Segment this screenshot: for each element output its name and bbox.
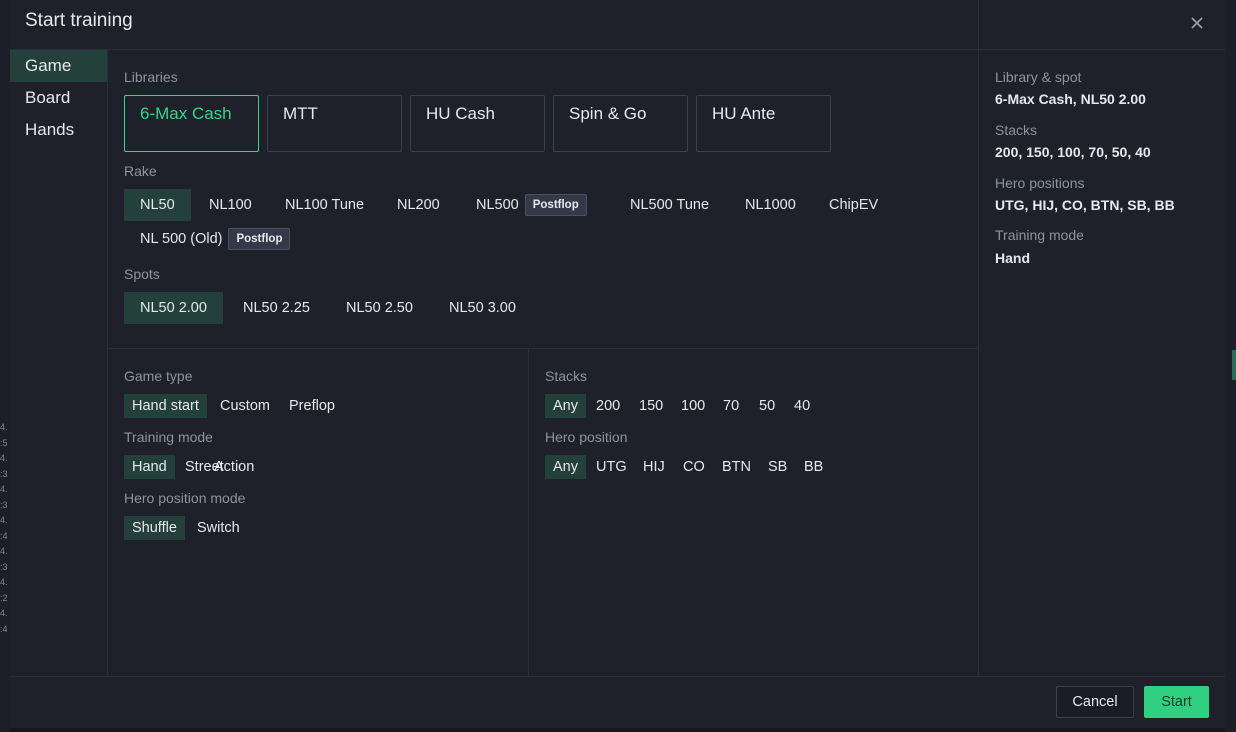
side-nav: Game Board Hands <box>10 50 108 676</box>
game-type-label: Game type <box>124 368 193 384</box>
hero-position-bb[interactable]: BB <box>796 455 831 479</box>
postflop-badge: Postflop <box>524 194 587 217</box>
library-spin-go[interactable]: Spin & Go <box>553 95 688 152</box>
hero-position-mode-switch[interactable]: Switch <box>189 516 248 540</box>
background-accent <box>1232 350 1236 380</box>
stack-any[interactable]: Any <box>545 394 586 418</box>
spot-nl50-250[interactable]: NL50 2.50 <box>330 292 429 324</box>
nav-item-game[interactable]: Game <box>10 50 107 82</box>
nav-item-hands[interactable]: Hands <box>10 114 107 146</box>
dialog-footer <box>10 676 1225 729</box>
library-mtt[interactable]: MTT <box>267 95 402 152</box>
background-digits: 4.:5 4.:3 4.:3 4.:4 4.:3 4.:2 4.:4 <box>0 422 8 634</box>
rake-label: Rake <box>124 163 157 179</box>
stack-40[interactable]: 40 <box>786 394 818 418</box>
summary-divider <box>978 0 979 676</box>
dialog-header: Start training <box>10 0 1225 50</box>
spot-nl50-225[interactable]: NL50 2.25 <box>227 292 326 324</box>
rake-nl100-tune[interactable]: NL100 Tune <box>269 189 380 221</box>
training-mode-label: Training mode <box>124 429 213 445</box>
game-type-custom[interactable]: Custom <box>212 394 278 418</box>
section-divider <box>108 348 978 349</box>
rake-nl500-tune[interactable]: NL500 Tune <box>614 189 725 221</box>
training-mode-hand[interactable]: Hand <box>124 455 175 479</box>
summary-training-mode-value: Hand <box>995 250 1030 266</box>
library-6max-cash[interactable]: 6-Max Cash <box>124 95 259 152</box>
training-mode-action[interactable]: Action <box>206 455 262 479</box>
postflop-badge: Postflop <box>228 228 291 251</box>
summary-hero-positions-label: Hero positions <box>995 175 1085 191</box>
summary-training-mode-label: Training mode <box>995 227 1084 243</box>
rake-nl50[interactable]: NL50 <box>124 189 191 221</box>
rake-nl1000[interactable]: NL1000 <box>729 189 812 221</box>
summary-library-spot-value: 6-Max Cash, NL50 2.00 <box>995 91 1146 107</box>
close-icon <box>1191 17 1203 29</box>
summary-hero-positions-value: UTG, HIJ, CO, BTN, SB, BB <box>995 197 1175 213</box>
summary-stacks-value: 200, 150, 100, 70, 50, 40 <box>995 144 1151 160</box>
column-divider <box>528 349 529 676</box>
spot-nl50-200[interactable]: NL50 2.00 <box>124 292 223 324</box>
game-type-preflop[interactable]: Preflop <box>281 394 343 418</box>
hero-position-hij[interactable]: HIJ <box>635 455 673 479</box>
hero-position-label: Hero position <box>545 429 628 445</box>
cancel-button[interactable]: Cancel <box>1056 686 1134 718</box>
hero-position-mode-label: Hero position mode <box>124 490 246 506</box>
library-hu-ante[interactable]: HU Ante <box>696 95 831 152</box>
hero-position-mode-shuffle[interactable]: Shuffle <box>124 516 185 540</box>
stack-50[interactable]: 50 <box>751 394 783 418</box>
game-type-hand-start[interactable]: Hand start <box>124 394 207 418</box>
spot-nl50-300[interactable]: NL50 3.00 <box>433 292 532 324</box>
spots-label: Spots <box>124 266 160 282</box>
start-button[interactable]: Start <box>1144 686 1209 718</box>
hero-position-btn[interactable]: BTN <box>714 455 759 479</box>
stack-150[interactable]: 150 <box>631 394 671 418</box>
libraries-label: Libraries <box>124 69 178 85</box>
rake-nl500-old[interactable]: NL 500 (Old) Postflop <box>124 223 306 255</box>
rake-nl200[interactable]: NL200 <box>381 189 456 221</box>
hero-position-utg[interactable]: UTG <box>588 455 635 479</box>
rake-nl500[interactable]: NL500 Postflop <box>460 189 603 221</box>
stack-200[interactable]: 200 <box>588 394 628 418</box>
start-training-dialog: Start training Game Board Hands Librarie… <box>10 0 1225 728</box>
summary-library-spot-label: Library & spot <box>995 69 1082 85</box>
stack-70[interactable]: 70 <box>715 394 747 418</box>
close-button[interactable] <box>1186 12 1208 34</box>
rake-nl100[interactable]: NL100 <box>193 189 268 221</box>
hero-position-sb[interactable]: SB <box>760 455 795 479</box>
stacks-label: Stacks <box>545 368 588 384</box>
rake-chipev[interactable]: ChipEV <box>813 189 894 221</box>
dialog-title: Start training <box>25 10 133 31</box>
hero-position-any[interactable]: Any <box>545 455 586 479</box>
nav-item-board[interactable]: Board <box>10 82 107 114</box>
library-hu-cash[interactable]: HU Cash <box>410 95 545 152</box>
summary-stacks-label: Stacks <box>995 122 1038 138</box>
hero-position-co[interactable]: CO <box>675 455 713 479</box>
header-divider <box>10 49 1225 50</box>
stack-100[interactable]: 100 <box>673 394 713 418</box>
